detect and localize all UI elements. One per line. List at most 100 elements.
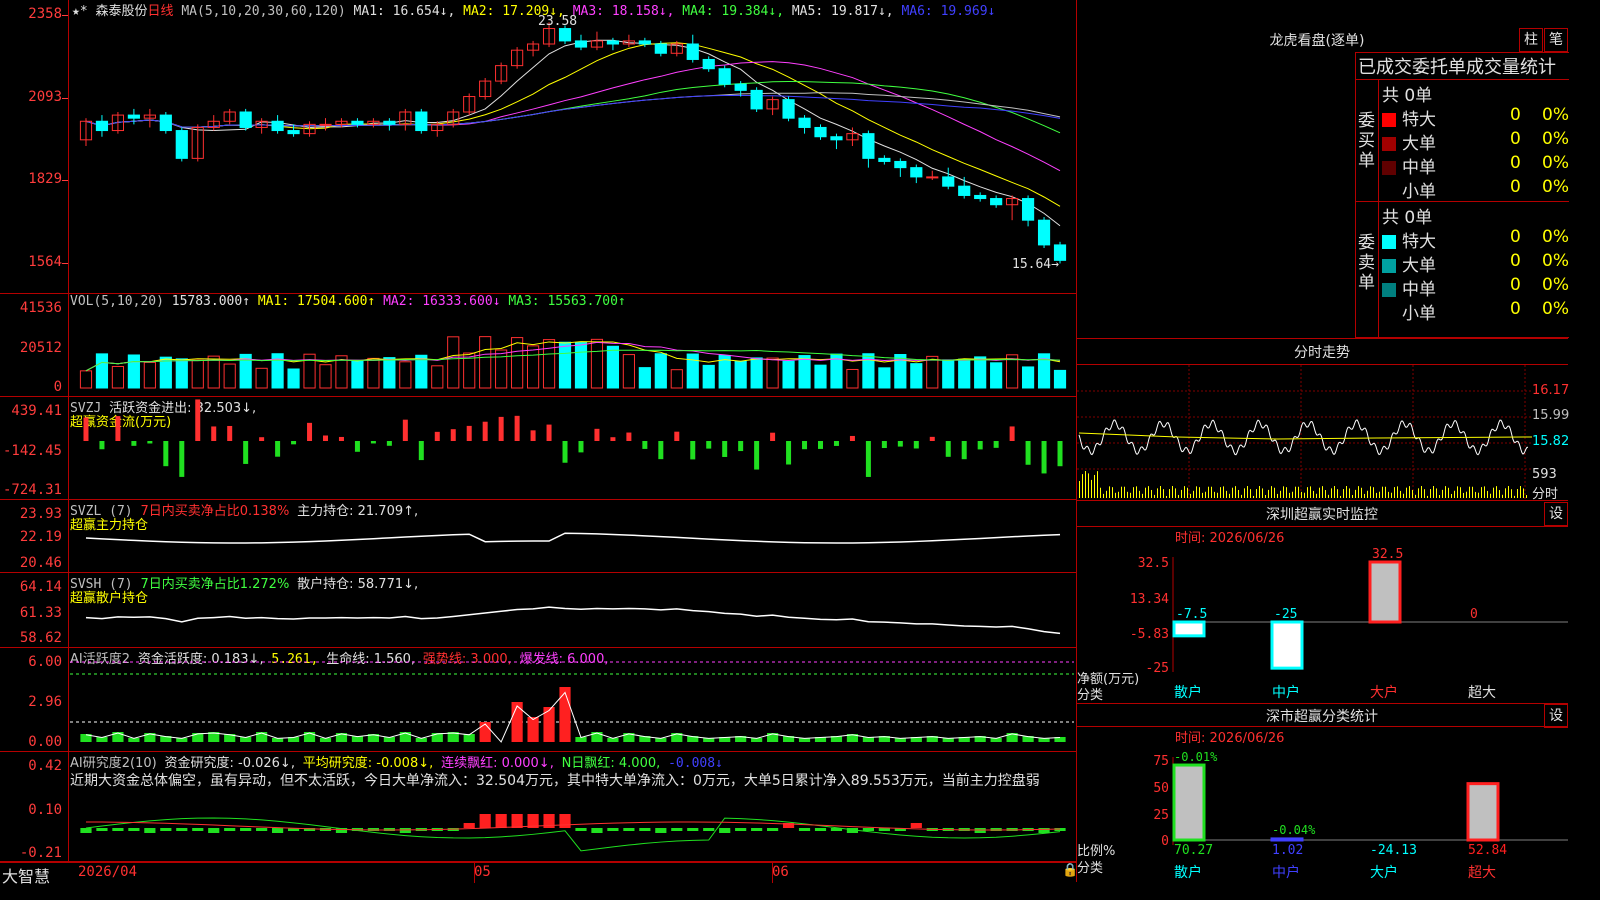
sz-monitor-chart[interactable]: 时间: 2026/06/26 净额(万元) 分类 32.5 13.34 -5.83-… (1077, 526, 1568, 704)
intraday-title: 分时走势 (1294, 345, 1350, 361)
flow-bar (833, 441, 839, 446)
research-bar (974, 828, 986, 833)
intraday-vol-bar (1316, 493, 1317, 498)
intraday-vol-bar (1277, 493, 1278, 498)
candle-body (239, 111, 252, 128)
volume-bar (495, 349, 508, 389)
intraday-vol-bar (1247, 486, 1248, 498)
flow-bar (1025, 441, 1031, 465)
research-bar (463, 823, 475, 828)
intraday-vol-bar (1139, 490, 1140, 498)
intraday-vol-bar (1094, 474, 1095, 498)
intraday-vol-bar (1340, 495, 1341, 498)
flow-bar (706, 441, 712, 449)
class-bar (1270, 837, 1304, 842)
svzl-pane[interactable]: 23.93 22.19 20.46 SVZL (7) 7日内买卖净占比0.138… (0, 500, 1076, 573)
intraday-vol-bar (1433, 486, 1434, 498)
volume-bar (511, 337, 524, 389)
flow-bar (945, 441, 951, 457)
intraday-vol-bar (1133, 487, 1134, 498)
sz-class-settings[interactable]: 设 (1544, 704, 1568, 728)
volume-bar (878, 367, 891, 389)
monitor-value: -25 (1274, 607, 1297, 622)
order-count: 0 (1510, 251, 1521, 271)
class-tick: 25 (1153, 808, 1169, 823)
order-pct: 0% (1542, 275, 1569, 295)
svsh-line (85, 606, 1061, 635)
ma-line (85, 94, 1061, 128)
ai-activity-pane[interactable]: 6.00 2.96 0.00 AI活跃度2 资金活跃度: 0.183↓, 5.2… (0, 648, 1076, 752)
candle-body (638, 40, 651, 45)
ai-research-pane[interactable]: 0.42 0.10 -0.21 AI研究度2(10) 资金研究度: -0.026… (0, 752, 1076, 862)
research-bar (144, 828, 156, 833)
intraday-vol-bar (1256, 489, 1257, 498)
intraday-vol-bar (1145, 487, 1146, 498)
candle-body (734, 83, 747, 91)
intraday-vol-bar (1304, 492, 1305, 498)
flow-bar (897, 441, 903, 447)
date-axis-bar: 大智慧 2026/04 05 06 🔒 (0, 862, 1078, 886)
volume-bar (606, 345, 620, 389)
intraday-vol-bar (1460, 487, 1461, 498)
intraday-vol-bar (1352, 495, 1353, 498)
intraday-chart[interactable]: 16.17 15.99 15.82 593 分时 (1077, 364, 1569, 502)
flow-bar (818, 441, 823, 449)
candle-body (910, 167, 923, 178)
candlestick-chart (79, 22, 1067, 264)
order-name: 小单 (1402, 182, 1436, 202)
flow-bar (147, 441, 153, 444)
intraday-vol-bar (1091, 479, 1092, 498)
volume-bar (622, 354, 635, 389)
candle-body (942, 176, 955, 187)
intraday-vol-bar (1142, 493, 1143, 498)
intraday-vol-bar (1298, 486, 1299, 498)
tab-bi[interactable]: 笔 (1544, 28, 1568, 52)
research-bar (751, 828, 763, 831)
class-bar (1172, 763, 1206, 842)
svzj-pane[interactable]: 439.41 -142.45 -724.31 SVZJ 活跃资金进出: 32.5… (0, 397, 1076, 500)
order-pct: 0% (1542, 129, 1569, 149)
intraday-vol-bar (1163, 489, 1164, 498)
sz-class-chart[interactable]: 时间: 2026/06/26 比例% 分类 75 50 25 0 -0.01% 70.27… (1077, 726, 1568, 883)
stats-title: 已成交委托单成交量统计 (1358, 57, 1556, 78)
svsh-pane[interactable]: 64.14 61.33 58.62 SVSH (7) 7日内买卖净占比1.272… (0, 573, 1076, 648)
monitor-bar (1368, 560, 1402, 624)
order-row: 大单 0 0% (1382, 251, 1569, 276)
intraday-vol-bar (1439, 495, 1440, 498)
intraday-vol-bar (1394, 487, 1395, 498)
volume-bar (79, 370, 93, 389)
intraday-vol-bar (1502, 494, 1503, 498)
price-pane[interactable]: 2358 2093 1829 1564 ★* 森泰股份日线 MA(5,10,20… (0, 0, 1076, 294)
intraday-vol-bar (1379, 491, 1380, 498)
research-bar (591, 828, 603, 833)
volume-pane[interactable]: 41536 20512 0 VOL(5,10,20) 15783.000↑ MA… (0, 294, 1076, 397)
candle-body (319, 123, 332, 126)
research-bar (623, 828, 635, 831)
intraday-vol-bar (1238, 489, 1239, 498)
brand-label[interactable]: 大智慧 (2, 863, 50, 887)
intraday-vol-bar (1226, 490, 1227, 498)
sz-class-title: 深市超赢分类统计 (1266, 709, 1378, 725)
lock-icon[interactable]: 🔒 (1062, 863, 1078, 878)
volume-bar (990, 362, 1003, 389)
flow-bar (578, 441, 584, 453)
order-name: 特大 (1402, 232, 1436, 252)
intraday-vol-bar (1484, 486, 1485, 498)
monitor-tick: -5.83 (1130, 627, 1169, 642)
intraday-vol-bar (1424, 489, 1425, 498)
monitor-category: 中户 (1272, 684, 1300, 701)
intraday-vol-bar (1481, 487, 1482, 498)
order-count: 0 (1510, 153, 1521, 173)
intraday-vol-bar (1223, 486, 1224, 498)
tab-zhu[interactable]: 柱 (1519, 28, 1543, 52)
volume-bar (702, 364, 715, 389)
intraday-vol-bar (1115, 492, 1116, 498)
intraday-vol-bar (1217, 492, 1218, 498)
intraday-vol-bar (1106, 490, 1107, 498)
research-bar (1038, 828, 1050, 833)
volume-bar (734, 360, 747, 389)
intraday-vol-bar (1517, 489, 1518, 498)
flow-bar (291, 441, 297, 445)
intraday-vol-bar (1097, 471, 1098, 498)
sz-monitor-settings[interactable]: 设 (1544, 502, 1568, 526)
